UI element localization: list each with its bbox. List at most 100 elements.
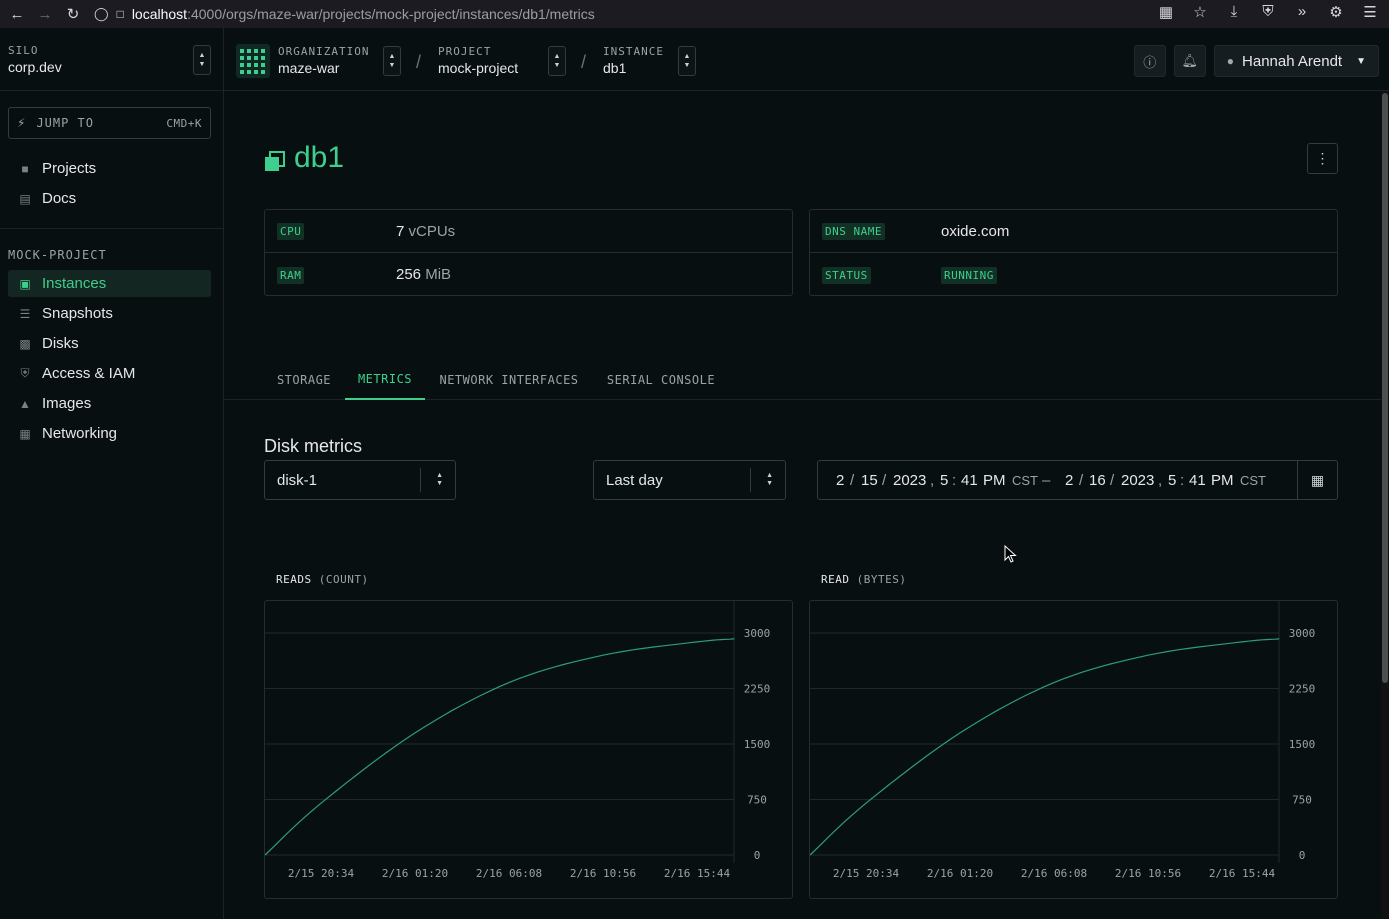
y-tick-label: 3000 <box>744 627 771 640</box>
star-icon[interactable]: ☆ <box>1189 3 1211 21</box>
lightning-icon: ⚡︎ <box>17 116 27 130</box>
org-value: maze-war <box>278 60 340 76</box>
date-range-picker[interactable]: 2 / 15 / 2023 , 5 : 41 PM CST – 2 / 16 /… <box>817 460 1338 500</box>
browser-toolbar: ← → ↻ ◯ □ localhost:4000/orgs/maze-war/p… <box>0 0 1389 28</box>
notifications-button[interactable]: 🔔︎ <box>1173 45 1206 77</box>
url-path: :4000/orgs/maze-war/projects/mock-projec… <box>187 6 595 22</box>
menu-icon[interactable]: ☰ <box>1359 3 1381 21</box>
series-line <box>265 638 735 856</box>
user-menu-button[interactable]: ● Hannah Arendt ▼ <box>1213 45 1379 77</box>
property-row-cpu: CPU 7 vCPUs <box>265 210 792 253</box>
project-picker[interactable]: PROJECT mock-project <box>438 45 518 76</box>
disk-select-value: disk-1 <box>277 471 318 489</box>
sidebar-item-instances[interactable]: ▣ Instances <box>8 270 211 297</box>
images-icon: ▲ <box>19 396 31 411</box>
tab-bar: STORAGE METRICS NETWORK INTERFACES SERIA… <box>224 359 1381 400</box>
start-month[interactable]: 2 <box>836 472 844 489</box>
chart-reads-svg: 3000 2250 1500 750 0 2/15 20:34 2/16 01:20 2/16… <box>265 601 771 880</box>
start-year[interactable]: 2023 <box>893 472 926 489</box>
org-label: ORGANIZATION <box>278 45 370 58</box>
chart-title-read-bytes: READ (BYTES) <box>821 573 906 586</box>
tab-network-interfaces[interactable]: NETWORK INTERFACES <box>428 359 590 400</box>
chart-subtitle: (COUNT) <box>318 573 369 586</box>
download-icon[interactable]: ⤓ <box>1223 3 1245 21</box>
forward-arrow-icon[interactable]: → <box>34 3 56 25</box>
user-name: Hannah Arendt <box>1242 52 1343 70</box>
org-stepper[interactable]: ▲ ▼ <box>383 46 401 76</box>
tab-serial-console[interactable]: SERIAL CONSOLE <box>596 359 726 400</box>
org-picker[interactable]: ORGANIZATION maze-war <box>278 45 369 76</box>
calendar-icon: ▦ <box>1310 471 1325 488</box>
tab-storage[interactable]: STORAGE <box>264 359 344 400</box>
instances-icon: ▣ <box>19 276 31 291</box>
info-icon: ⓘ <box>1143 54 1157 70</box>
range-select[interactable]: Last day ▲ ▼ <box>593 460 786 500</box>
end-year[interactable]: 2023 <box>1121 472 1154 489</box>
x-tick-label: 2/16 01:20 <box>927 867 993 880</box>
properties-table-right: DNS NAME oxide.com STATUS RUNNING <box>809 209 1338 296</box>
sidebar-item-snapshots[interactable]: ☰ Snapshots <box>8 300 211 327</box>
info-button[interactable]: ⓘ <box>1133 45 1166 77</box>
start-ampm[interactable]: PM <box>983 472 1006 489</box>
puzzle-icon[interactable]: ⚙ <box>1325 3 1347 21</box>
end-minute[interactable]: 41 <box>1189 472 1206 489</box>
y-tick-label: 2250 <box>744 683 771 696</box>
jump-to-button[interactable]: ⚡︎ JUMP TO CMD+K <box>8 107 211 139</box>
end-hour[interactable]: 5 <box>1168 472 1176 489</box>
end-day[interactable]: 16 <box>1089 472 1106 489</box>
sidebar-item-docs[interactable]: ▤ Docs <box>8 185 211 212</box>
breadcrumb <box>236 44 270 78</box>
chart-reads: 3000 2250 1500 750 0 2/15 20:34 2/16 01:20 2/16… <box>264 600 793 899</box>
silo-stepper[interactable]: ▲ ▼ <box>193 45 211 75</box>
instance-icon <box>264 147 286 171</box>
end-month[interactable]: 2 <box>1065 472 1073 489</box>
x-tick-label: 2/15 20:34 <box>833 867 900 880</box>
start-day[interactable]: 15 <box>861 472 878 489</box>
address-bar[interactable]: ◯ □ localhost:4000/orgs/maze-war/project… <box>94 6 595 22</box>
disk-icon: ▩ <box>19 336 31 351</box>
sidebar-item-projects[interactable]: ■ Projects <box>8 155 211 182</box>
end-ampm[interactable]: PM <box>1211 472 1234 489</box>
x-tick-label: 2/15 20:34 <box>288 867 355 880</box>
tab-metrics[interactable]: METRICS <box>345 359 425 400</box>
jump-label: JUMP TO <box>36 116 95 130</box>
sidebar-item-label: Docs <box>42 190 77 207</box>
property-row-dns: DNS NAME oxide.com <box>810 210 1337 253</box>
x-tick-label: 2/16 06:08 <box>476 867 542 880</box>
instance-picker[interactable]: INSTANCE db1 <box>603 45 664 76</box>
project-stepper[interactable]: ▲ ▼ <box>548 46 566 76</box>
chart-read-bytes: 3000 2250 1500 750 0 2/15 20:34 2/16 01:20 2/16… <box>809 600 1338 899</box>
instance-stepper[interactable]: ▲ ▼ <box>678 46 696 76</box>
more-actions-button[interactable]: ⋮ <box>1307 143 1338 174</box>
back-arrow-icon[interactable]: ← <box>6 3 28 25</box>
disk-select[interactable]: disk-1 ▲ ▼ <box>264 460 456 500</box>
sidebar-item-networking[interactable]: ▦ Networking <box>8 420 211 447</box>
x-tick-label: 2/16 10:56 <box>1115 867 1181 880</box>
sidebar-item-disks[interactable]: ▩ Disks <box>8 330 211 357</box>
chart-title: READ <box>821 573 850 586</box>
sidebar-item-images[interactable]: ▲ Images <box>8 390 211 417</box>
property-row-ram: RAM 256 MiB <box>265 253 792 296</box>
cpu-unit: vCPUs <box>408 222 456 240</box>
start-hour[interactable]: 5 <box>940 472 948 489</box>
scrollbar[interactable] <box>1381 91 1389 919</box>
x-tick-label: 2/16 01:20 <box>382 867 448 880</box>
cpu-value: 7 <box>396 222 405 240</box>
status-badge: RUNNING <box>941 267 997 284</box>
reload-icon[interactable]: ↻ <box>62 3 84 25</box>
shield-icon: ◯ <box>94 6 109 21</box>
start-tz: CST <box>1012 473 1038 488</box>
page-title: db1 <box>264 141 344 175</box>
sidebar-item-access-iam[interactable]: ⛨ Access & IAM <box>8 360 211 387</box>
x-tick-label: 2/16 15:44 <box>1209 867 1276 880</box>
extension-shield-icon[interactable]: ⛨ <box>1257 3 1279 21</box>
dns-key: DNS NAME <box>822 223 885 240</box>
grid-icon[interactable]: ▦ <box>1155 3 1177 21</box>
start-minute[interactable]: 41 <box>961 472 978 489</box>
calendar-button[interactable]: ▦ <box>1297 461 1337 499</box>
org-logo <box>236 44 270 78</box>
jump-shortcut: CMD+K <box>166 116 202 130</box>
double-chevron-icon[interactable]: » <box>1291 3 1313 21</box>
silo-picker[interactable]: SILO corp.dev ▲ ▼ <box>0 28 224 91</box>
chart-title: READS <box>276 573 312 586</box>
